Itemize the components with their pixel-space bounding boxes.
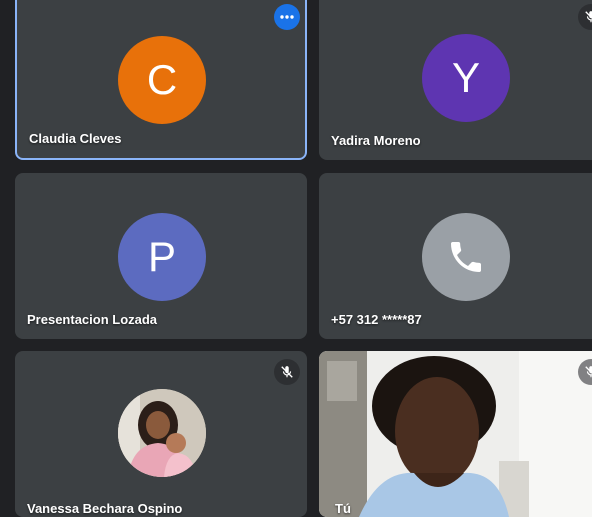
participant-tile-yadira-moreno[interactable]: Y Yadira Moreno xyxy=(319,0,592,160)
mic-off-icon xyxy=(274,359,300,385)
participant-tile-phone[interactable]: +57 312 *****87 xyxy=(319,173,592,339)
participant-name: Claudia Cleves xyxy=(29,131,122,146)
participant-name: Tú xyxy=(335,501,351,516)
profile-photo xyxy=(118,389,206,477)
participant-tile-vanessa-bechara-ospino[interactable]: Vanessa Bechara Ospino xyxy=(15,351,307,517)
participant-tile-self[interactable]: Tú xyxy=(319,351,592,517)
camera-feed xyxy=(319,351,592,517)
avatar-initial: P xyxy=(147,233,176,280)
participant-name: Yadira Moreno xyxy=(331,133,421,148)
mic-off-icon xyxy=(578,4,592,30)
more-horizontal-icon xyxy=(280,15,294,19)
more-options-button[interactable] xyxy=(274,4,300,30)
avatar: Y xyxy=(422,34,510,122)
avatar xyxy=(422,213,510,301)
participant-tile-claudia-cleves[interactable]: C Claudia Cleves xyxy=(15,0,307,160)
avatar: C xyxy=(118,36,206,124)
participant-name: Presentacion Lozada xyxy=(27,312,158,327)
phone-icon xyxy=(451,242,481,272)
avatar-initial: C xyxy=(146,56,178,103)
participant-tile-presentacion-lozada[interactable]: P Presentacion Lozada xyxy=(15,173,307,339)
participant-name: Vanessa Bechara Ospino xyxy=(27,501,183,516)
avatar-initial: Y xyxy=(451,54,480,101)
participant-name: +57 312 *****87 xyxy=(331,312,422,327)
avatar: P xyxy=(118,213,206,301)
